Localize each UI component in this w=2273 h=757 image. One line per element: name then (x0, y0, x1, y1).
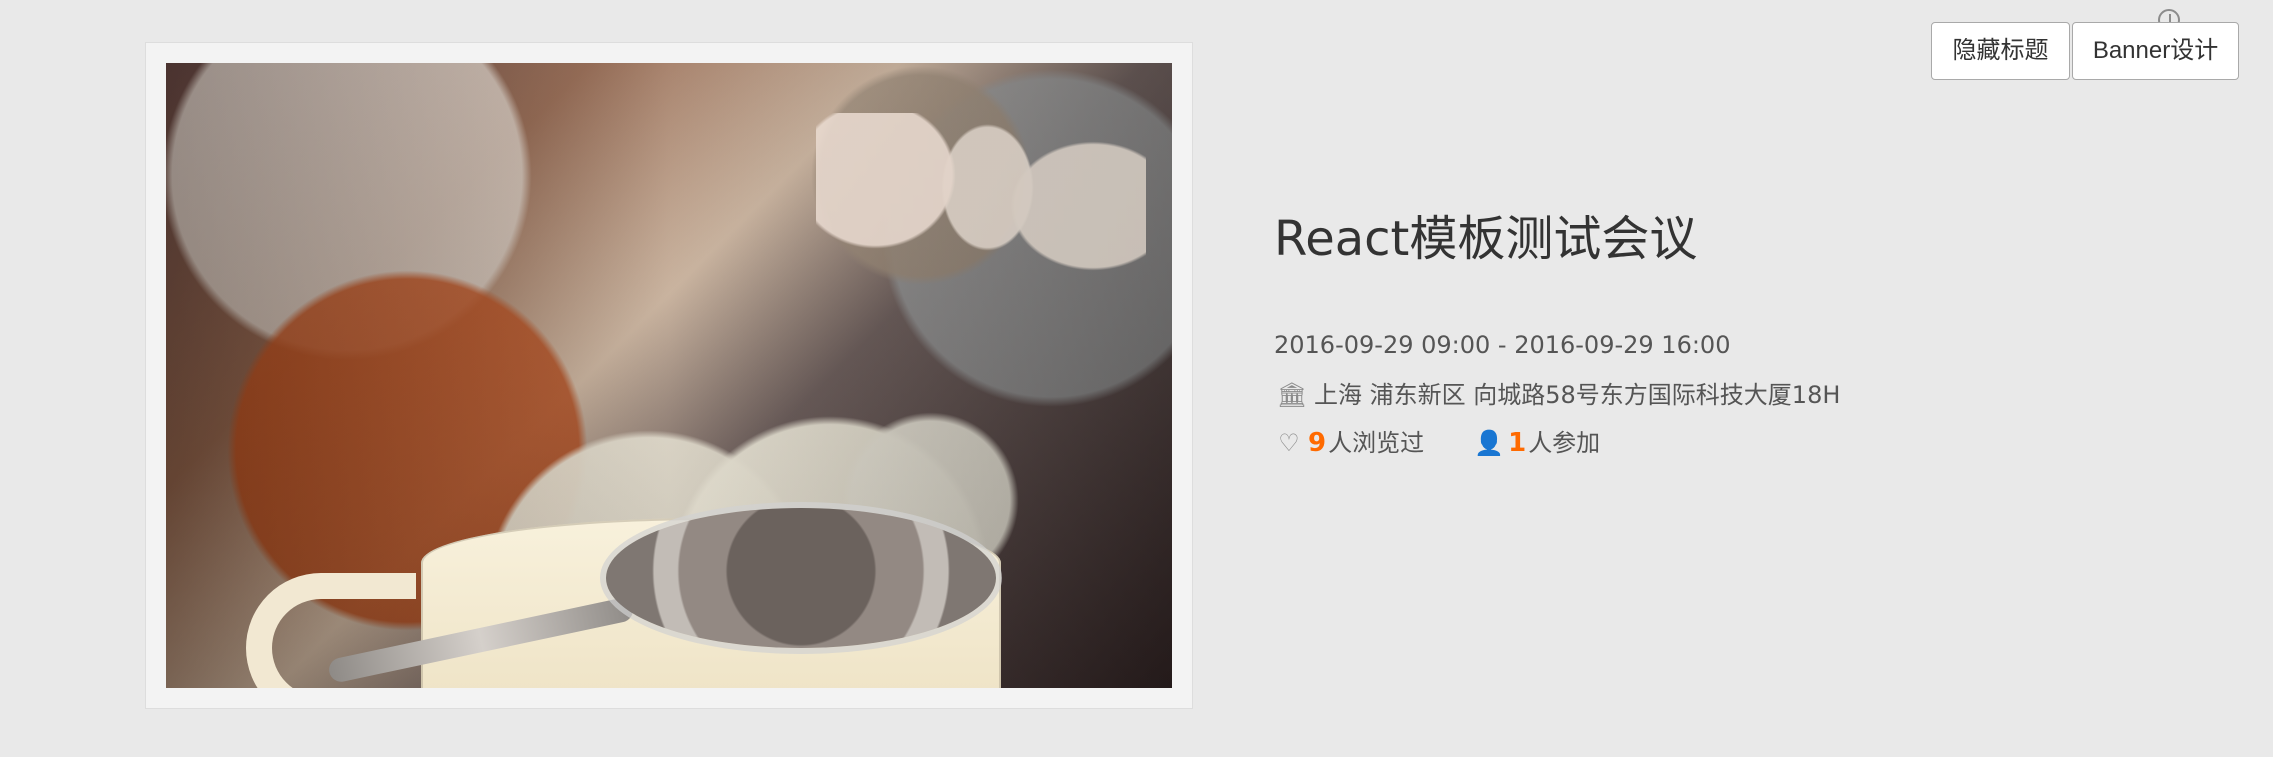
participants-stat: 👤 1 人参加 (1474, 426, 1600, 460)
spoons-illustration (816, 113, 1146, 423)
user-icon: 👤 (1474, 429, 1505, 457)
top-right-actions: 隐藏标题 Banner设计 (1931, 22, 2239, 80)
event-location-text: 上海 浦东新区 向城路58号东方国际科技大厦18H (1314, 381, 1841, 409)
event-title: React模板测试会议 (1274, 211, 1698, 267)
participants-count: 1 (1508, 428, 1527, 458)
banner-design-button[interactable]: Banner设计 (2072, 22, 2239, 80)
event-image-card (145, 42, 1193, 709)
hide-title-button[interactable]: 隐藏标题 (1931, 22, 2070, 80)
event-stats-row: ♡ 9 人浏览过 👤 1 人参加 (1274, 426, 2094, 460)
event-banner-page: 隐藏标题 Banner设计 React模板测试会议 2016-09-29 09:… (0, 0, 2273, 757)
views-label: 人浏览过 (1328, 429, 1425, 457)
participants-label: 人参加 (1528, 429, 1601, 457)
event-info-panel: React模板测试会议 2016-09-29 09:00 - 2016-09-2… (1274, 208, 2094, 460)
strainer-illustration (606, 508, 996, 648)
bank-icon: 🏛 (1276, 381, 1308, 409)
event-location-row: 🏛 上海 浦东新区 向城路58号东方国际科技大厦18H (1274, 378, 2094, 412)
heart-icon: ♡ (1278, 429, 1300, 457)
event-banner-image (166, 63, 1172, 688)
views-count: 9 (1308, 428, 1327, 458)
views-stat: ♡ 9 人浏览过 (1274, 426, 1424, 460)
event-datetime: 2016-09-29 09:00 - 2016-09-29 16:00 (1274, 331, 1731, 359)
